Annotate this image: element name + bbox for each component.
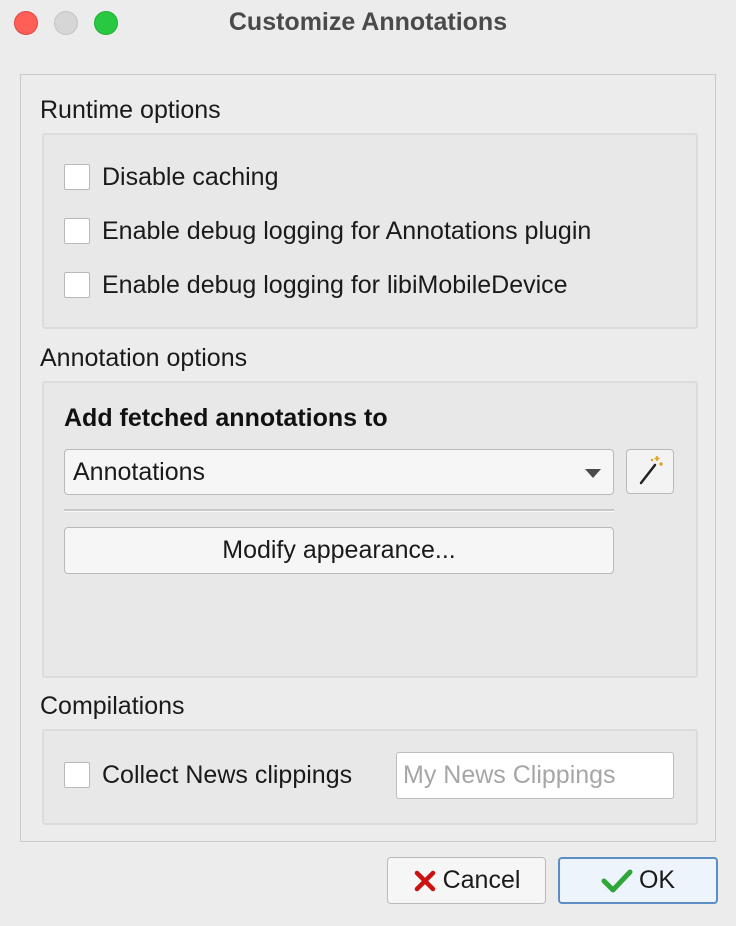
chevron-down-icon (585, 469, 601, 478)
ok-label: OK (638, 866, 676, 894)
disable-caching-option[interactable]: Disable caching (64, 162, 279, 192)
debug-annotations-option[interactable]: Enable debug logging for Annotations plu… (64, 216, 591, 246)
x-icon (413, 869, 437, 893)
compilations-heading: Compilations (40, 692, 185, 720)
checkmark-icon (601, 868, 633, 894)
collect-clippings-checkbox[interactable] (64, 762, 90, 788)
debug-libimobiledevice-checkbox[interactable] (64, 272, 90, 298)
title-bar: Customize Annotations (0, 0, 736, 46)
cancel-label: Cancel (442, 866, 521, 894)
select-value: Annotations (73, 457, 206, 486)
debug-annotations-checkbox[interactable] (64, 218, 90, 244)
cancel-button[interactable]: Cancel (387, 857, 546, 904)
window-title: Customize Annotations (228, 8, 508, 36)
collect-clippings-option[interactable]: Collect News clippings (64, 760, 352, 790)
divider (64, 509, 614, 512)
fetched-annotations-label: Add fetched annotations to (64, 404, 388, 432)
debug-libimobiledevice-label: Enable debug logging for libiMobileDevic… (102, 270, 568, 299)
disable-caching-label: Disable caching (102, 162, 279, 191)
disable-caching-checkbox[interactable] (64, 164, 90, 190)
runtime-options-heading: Runtime options (40, 96, 221, 124)
annotation-options-heading: Annotation options (40, 344, 248, 372)
magic-wand-icon (639, 456, 663, 485)
annotations-column-select[interactable]: Annotations (64, 449, 614, 495)
debug-libimobiledevice-option[interactable]: Enable debug logging for libiMobileDevic… (64, 270, 568, 300)
magic-wand-button[interactable] (626, 449, 674, 494)
collect-clippings-label: Collect News clippings (102, 760, 353, 789)
debug-annotations-label: Enable debug logging for Annotations plu… (102, 216, 592, 245)
modify-appearance-button[interactable]: Modify appearance... (64, 527, 614, 574)
ok-button[interactable]: OK (558, 857, 718, 904)
clippings-name-input[interactable]: My News Clippings (396, 752, 674, 799)
